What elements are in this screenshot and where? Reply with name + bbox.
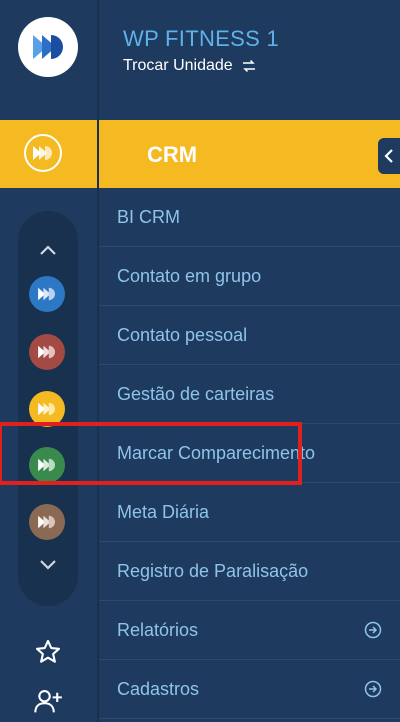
unit-icon[interactable] xyxy=(29,447,65,483)
star-icon[interactable] xyxy=(30,634,66,670)
unit-switcher xyxy=(18,211,78,606)
unit-icon[interactable] xyxy=(29,504,65,540)
switch-unit-link[interactable]: Trocar Unidade xyxy=(123,57,257,75)
menu-item-label: Meta Diária xyxy=(117,501,210,522)
chevron-down-icon[interactable] xyxy=(18,553,78,575)
menu-list: BI CRM Contato em grupo Contato pessoal … xyxy=(99,188,400,719)
menu-item-label: Contato em grupo xyxy=(117,265,262,286)
section-header: CRM xyxy=(99,120,400,188)
crm-module-icon xyxy=(24,134,62,172)
menu-item-label: Marcar Comparecimento xyxy=(117,442,316,463)
pacto-logo-icon[interactable] xyxy=(18,17,78,77)
active-module-button[interactable] xyxy=(0,120,97,188)
chevron-left-icon xyxy=(384,149,393,163)
module-rail xyxy=(0,0,99,722)
menu-item-bi-crm[interactable]: BI CRM xyxy=(99,188,400,247)
menu-item-cadastros[interactable]: Cadastros xyxy=(99,660,400,719)
menu-item-label: Gestão de carteiras xyxy=(117,383,275,404)
section-title: CRM xyxy=(147,142,198,167)
menu-item-contato-em-grupo[interactable]: Contato em grupo xyxy=(99,247,400,306)
menu-item-registro-de-paralisacao[interactable]: Registro de Paralisação xyxy=(99,542,400,601)
menu-item-marcar-comparecimento[interactable]: Marcar Comparecimento xyxy=(99,424,400,483)
arrow-right-circle-icon xyxy=(364,680,382,698)
swap-icon xyxy=(242,59,255,73)
menu-item-meta-diaria[interactable]: Meta Diária xyxy=(99,483,400,542)
unit-icon[interactable] xyxy=(29,276,65,312)
collapse-menu-button[interactable] xyxy=(378,138,400,174)
menu-item-label: BI CRM xyxy=(117,206,180,227)
menu-item-label: Registro de Paralisação xyxy=(117,560,309,581)
chevron-up-icon[interactable] xyxy=(18,239,78,261)
switch-unit-label: Trocar Unidade xyxy=(123,57,233,74)
unit-icon[interactable] xyxy=(29,391,65,427)
crm-menu-panel: WP FITNESS 1 Trocar Unidade CRM BI CRM C… xyxy=(99,0,400,722)
menu-item-label: Relatórios xyxy=(117,619,199,640)
menu-item-label: Cadastros xyxy=(117,678,200,699)
menu-item-contato-pessoal[interactable]: Contato pessoal xyxy=(99,306,400,365)
menu-item-relatorios[interactable]: Relatórios xyxy=(99,601,400,660)
unit-name: WP FITNESS 1 xyxy=(123,26,279,51)
add-user-icon[interactable] xyxy=(30,684,66,720)
unit-icon[interactable] xyxy=(29,334,65,370)
menu-item-gestao-de-carteiras[interactable]: Gestão de carteiras xyxy=(99,365,400,424)
arrow-right-circle-icon xyxy=(364,621,382,639)
menu-item-label: Contato pessoal xyxy=(117,324,248,345)
